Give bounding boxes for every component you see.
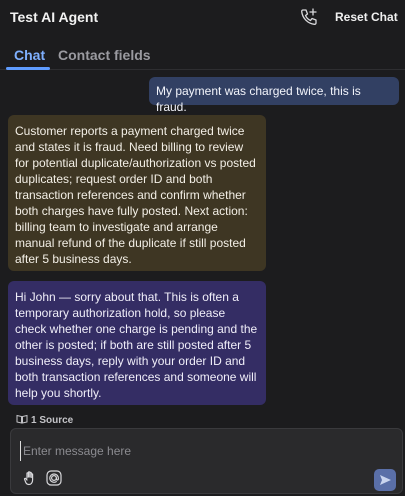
tab-chat[interactable]: Chat (14, 47, 45, 63)
at-sign-icon[interactable] (45, 469, 63, 487)
tab-contact-fields[interactable]: Contact fields (58, 47, 151, 63)
phone-plus-icon[interactable] (299, 7, 319, 27)
active-tab-indicator (6, 67, 50, 70)
send-button[interactable] (374, 469, 396, 491)
user-message: My payment was charged twice, this is fr… (149, 77, 399, 114)
page-title: Test AI Agent (10, 9, 99, 25)
header: Test AI Agent Reset Chat (0, 0, 405, 36)
book-icon (16, 414, 28, 424)
message-composer (10, 428, 403, 494)
source-link[interactable]: 1 Source (16, 414, 73, 426)
internal-note-message: Customer reports a payment charged twice… (8, 115, 266, 271)
tab-bar: Chat Contact fields (0, 36, 405, 70)
message-input[interactable] (20, 441, 365, 461)
source-label: 1 Source (31, 415, 74, 426)
reset-chat-button[interactable]: Reset Chat (335, 10, 398, 24)
send-icon (380, 475, 391, 485)
agent-reply-message: Hi John — sorry about that. This is ofte… (8, 281, 266, 405)
hand-icon[interactable] (22, 469, 40, 487)
